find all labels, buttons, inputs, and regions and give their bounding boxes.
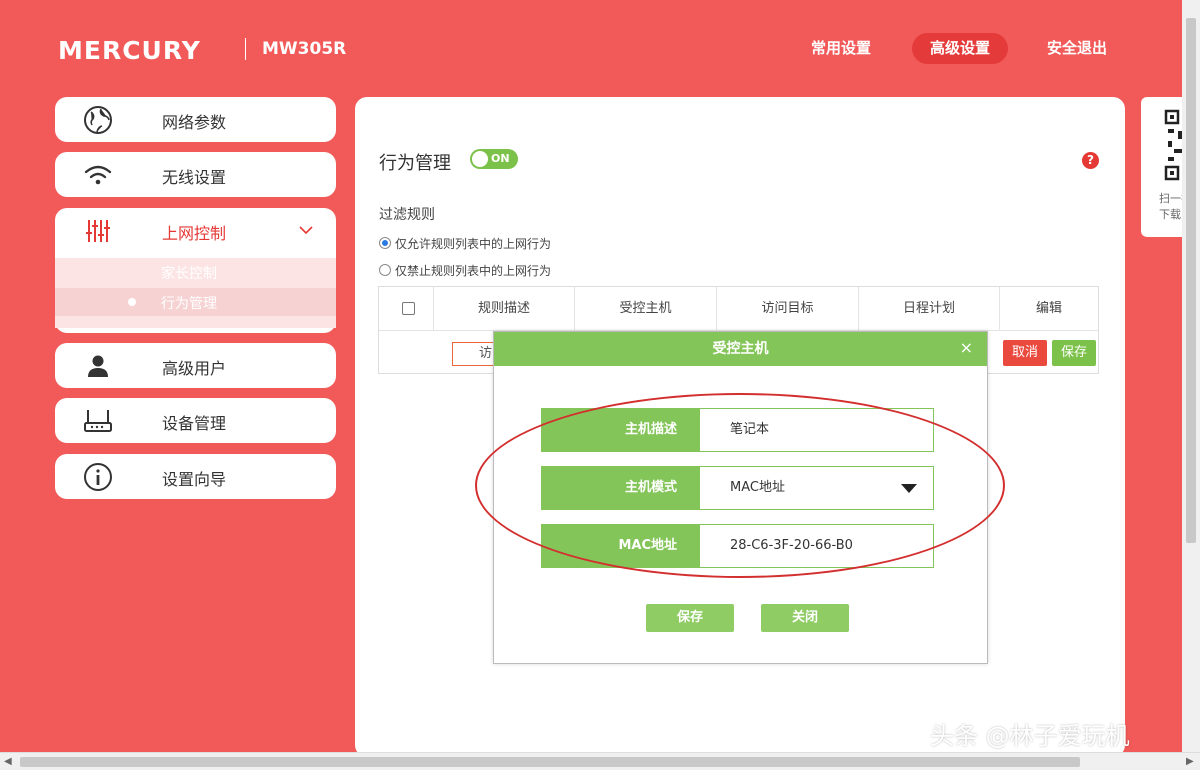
dialog-save-button[interactable]: 保存 [646, 604, 734, 632]
col-edit: 编辑 [999, 287, 1098, 331]
save-row-button[interactable]: 保存 [1052, 340, 1096, 366]
dialog-title: 受控主机 [712, 341, 769, 357]
sidebar-group-internet-control: 上网控制 家长控制 行为管理 [55, 208, 336, 333]
info-icon [84, 463, 112, 491]
sidebar-item-label: 设置向导 [162, 470, 227, 489]
sidebar-subitem-parental-control[interactable]: 家长控制 [55, 258, 336, 286]
table-header: 规则描述 受控主机 访问目标 日程计划 编辑 [379, 287, 1098, 331]
sidebar-item-network[interactable]: 网络参数 [55, 97, 336, 142]
horizontal-scroll-thumb[interactable] [20, 757, 1080, 767]
dialog-header: 受控主机 × [494, 332, 987, 366]
nav-advanced-settings[interactable]: 高级设置 [912, 33, 1008, 64]
radio-deny-listed[interactable]: 仅禁止规则列表中的上网行为 [379, 261, 579, 279]
vertical-scrollbar[interactable] [1182, 0, 1200, 752]
logo-divider [245, 38, 246, 60]
model-name: MW305R [262, 39, 347, 59]
dialog-close-button[interactable]: 关闭 [761, 604, 849, 632]
page-title: 行为管理 [379, 153, 451, 174]
radio-button[interactable] [379, 237, 391, 249]
router-icon [84, 410, 112, 432]
nav-common-settings[interactable]: 常用设置 [800, 33, 882, 64]
vertical-scroll-thumb[interactable] [1186, 18, 1196, 543]
sidebar-submenu: 家长控制 行为管理 [55, 258, 336, 328]
sidebar-item-wireless[interactable]: 无线设置 [55, 152, 336, 197]
sidebar-item-internet-control[interactable]: 上网控制 [55, 208, 336, 253]
wifi-icon [84, 165, 112, 185]
mac-input[interactable]: 28-C6-3F-20-66-B0 [699, 524, 934, 568]
radio-button[interactable] [379, 264, 391, 276]
col-rule-desc: 规则描述 [433, 287, 574, 331]
toggle-knob [472, 151, 488, 167]
controlled-host-dialog: 受控主机 × 主机描述 笔记本 主机模式 MAC地址 MAC地址 28-C6-3… [493, 331, 988, 664]
host-desc-input[interactable]: 笔记本 [699, 408, 934, 452]
radio-label: 仅禁止规则列表中的上网行为 [395, 264, 552, 278]
globe-icon [84, 106, 112, 134]
user-icon [88, 355, 108, 377]
sidebar-item-label: 无线设置 [162, 168, 227, 187]
sidebar-item-advanced-user[interactable]: 高级用户 [55, 343, 336, 388]
col-access-target: 访问目标 [716, 287, 858, 331]
sidebar-item-label: 设备管理 [162, 414, 227, 433]
nav-logout[interactable]: 安全退出 [1036, 33, 1118, 64]
mac-label: MAC地址 [541, 524, 699, 568]
filter-rule-label: 过滤规则 [379, 207, 435, 223]
host-mode-value: MAC地址 [730, 480, 785, 495]
cancel-button[interactable]: 取消 [1003, 340, 1047, 366]
sidebar-item-setup-wizard[interactable]: 设置向导 [55, 454, 336, 499]
sidebar-subitem-behavior-management[interactable]: 行为管理 [55, 288, 336, 316]
host-desc-label: 主机描述 [541, 408, 699, 452]
watermark: 头条 @林子爱玩机 [930, 722, 1130, 750]
sidebar-item-label: 高级用户 [162, 359, 227, 378]
scroll-left-arrow-icon[interactable]: ◀ [4, 756, 12, 767]
host-mode-select[interactable]: MAC地址 [699, 466, 934, 510]
help-icon[interactable]: ? [1082, 152, 1099, 169]
sidebar-item-label: 上网控制 [162, 224, 227, 243]
subitem-label: 家长控制 [161, 266, 217, 282]
sidebar-item-label: 网络参数 [162, 113, 227, 132]
sidebar-item-device-management[interactable]: 设备管理 [55, 398, 336, 443]
chevron-down-icon [299, 226, 313, 235]
behavior-toggle[interactable]: ON [470, 149, 518, 169]
col-schedule: 日程计划 [858, 287, 999, 331]
toggle-label: ON [491, 152, 510, 165]
brand-logo: MERCURY [58, 36, 201, 65]
horizontal-scrollbar[interactable]: ◀ ▶ [0, 752, 1200, 770]
caret-down-icon [901, 484, 917, 493]
col-controlled-host: 受控主机 [574, 287, 716, 331]
radio-allow-listed[interactable]: 仅允许规则列表中的上网行为 [379, 234, 579, 252]
scroll-right-arrow-icon[interactable]: ▶ [1186, 756, 1194, 767]
host-mode-label: 主机模式 [541, 466, 699, 510]
subitem-label: 行为管理 [161, 296, 217, 312]
select-all-checkbox[interactable] [402, 302, 415, 315]
active-dot [128, 298, 136, 306]
close-icon[interactable]: × [960, 339, 973, 357]
sliders-icon [86, 220, 110, 242]
radio-label: 仅允许规则列表中的上网行为 [395, 237, 552, 251]
